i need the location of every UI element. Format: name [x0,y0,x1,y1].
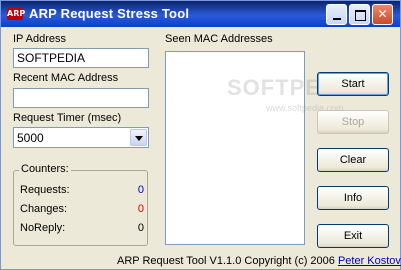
window-title: ARP Request Stress Tool [29,6,190,21]
counters-title: Counters: [19,163,71,175]
close-button[interactable]: ✕ [372,4,393,25]
stop-button: Stop [317,110,389,134]
requests-value: 0 [137,184,144,196]
chevron-down-icon[interactable] [130,129,147,146]
recent-mac-label: Recent MAC Address [13,72,119,84]
info-button[interactable]: Info [317,186,389,210]
app-window: ARP ARP Request Stress Tool ✕ IP Address… [0,0,401,270]
recent-mac-input[interactable] [13,88,149,108]
footer: ARP Request Tool V1.1.0 Copyright (c) 20… [117,255,401,267]
start-button[interactable]: Start [317,72,389,96]
changes-label: Changes: [20,203,68,215]
seen-mac-label: Seen MAC Addresses [165,33,273,45]
changes-value: 0 [137,203,144,215]
request-timer-select[interactable]: 5000 [13,127,149,148]
title-bar[interactable]: ARP ARP Request Stress Tool ✕ [1,1,400,27]
request-timer-label: Request Timer (msec) [13,112,122,124]
exit-button[interactable]: Exit [317,224,389,248]
noreply-value: 0 [137,222,144,234]
minimize-button[interactable] [326,4,347,25]
requests-label: Requests: [20,184,70,196]
ip-address-label: IP Address [13,33,66,45]
author-link[interactable]: Peter Kostov [338,255,401,267]
clear-button[interactable]: Clear [317,148,389,172]
maximize-button[interactable] [349,4,370,25]
ip-address-input[interactable]: SOFTPEDIA [13,48,149,68]
copyright-text: ARP Request Tool V1.1.0 Copyright (c) 20… [117,255,338,267]
request-timer-value: 5000 [17,131,44,145]
noreply-label: NoReply: [20,222,66,234]
arp-app-icon[interactable]: ARP [7,8,25,20]
